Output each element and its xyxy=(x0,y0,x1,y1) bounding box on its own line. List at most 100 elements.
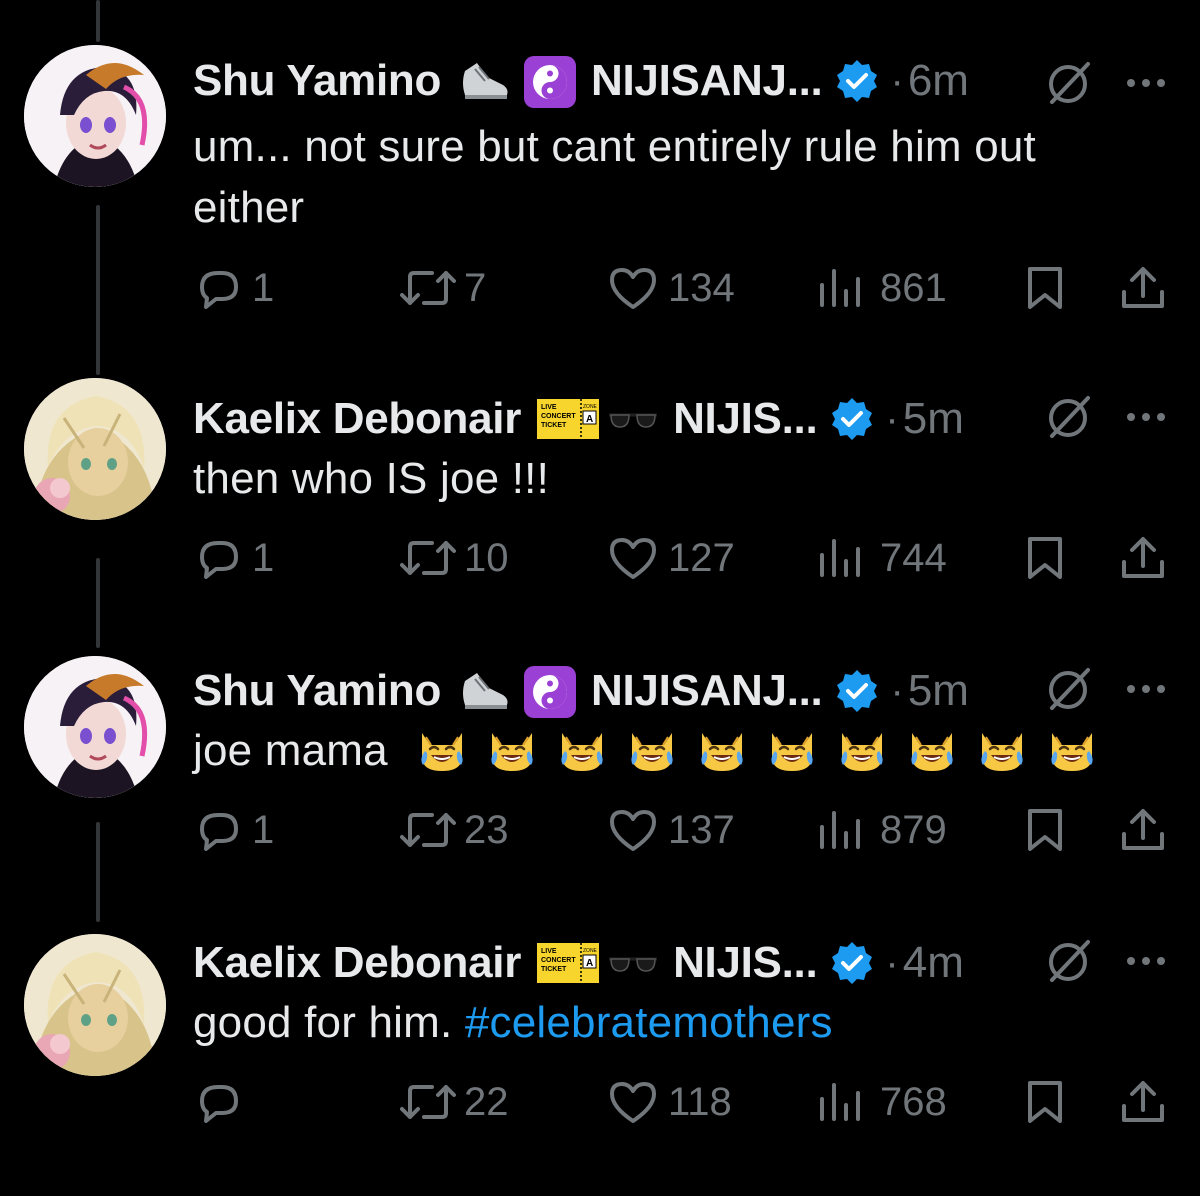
bookmark-button[interactable] xyxy=(1024,1072,1066,1132)
reply-count: 1 xyxy=(252,807,275,852)
analytics-icon xyxy=(820,269,860,307)
grok-icon[interactable] xyxy=(1044,934,1096,986)
retweet-count: 7 xyxy=(464,265,487,310)
views-button[interactable]: 744 xyxy=(816,528,947,588)
retweet-button[interactable]: 10 xyxy=(398,528,509,588)
tweet[interactable]: Shu Yamino NIJISANJ... · 5m joe mama 1 2… xyxy=(0,654,1200,924)
view-count: 879 xyxy=(880,807,947,852)
yin-yang-icon xyxy=(523,665,577,718)
ticket-line: LIVE xyxy=(541,404,557,411)
reply-button[interactable]: 1 xyxy=(196,258,274,318)
reply-button[interactable]: 1 xyxy=(196,528,274,588)
share-icon xyxy=(1122,267,1164,308)
display-name[interactable]: Kaelix Debonair xyxy=(193,394,521,444)
yin-yang-icon xyxy=(523,55,577,108)
reply-icon xyxy=(200,271,238,309)
reply-button[interactable]: 1 xyxy=(196,800,274,860)
crying-laughing-cat-icon xyxy=(1051,733,1093,772)
ticket-line: TICKET xyxy=(541,422,567,429)
bookmark-icon xyxy=(1028,267,1062,309)
share-icon xyxy=(1122,537,1164,578)
sunglasses-icon xyxy=(607,393,659,445)
sunglasses-icon xyxy=(607,937,659,989)
share-button[interactable] xyxy=(1118,528,1168,588)
like-button[interactable]: 118 xyxy=(608,1072,732,1132)
bookmark-button[interactable] xyxy=(1024,258,1066,318)
views-button[interactable]: 861 xyxy=(816,258,947,318)
like-count: 137 xyxy=(668,807,735,852)
share-button[interactable] xyxy=(1118,800,1168,860)
hashtag-link[interactable]: #celebratemothers xyxy=(465,998,833,1047)
ticket-zone-letter: A xyxy=(586,958,593,969)
grok-icon[interactable] xyxy=(1044,56,1096,108)
verified-badge-icon[interactable] xyxy=(829,396,875,442)
display-name[interactable]: Shu Yamino xyxy=(193,666,441,716)
retweet-button[interactable]: 22 xyxy=(398,1072,509,1132)
bookmark-icon xyxy=(1028,537,1062,579)
timestamp[interactable]: 5m xyxy=(903,394,964,444)
tweet[interactable]: Shu Yamino NIJISANJ... · 6m um... not su… xyxy=(0,44,1200,314)
analytics-icon xyxy=(820,539,860,577)
like-button[interactable]: 134 xyxy=(608,258,735,318)
display-name[interactable]: Shu Yamino xyxy=(193,56,441,106)
analytics-icon xyxy=(820,811,860,849)
like-count: 118 xyxy=(668,1079,732,1124)
more-options-icon[interactable] xyxy=(1124,76,1168,90)
crying-laughing-cat-icon xyxy=(911,733,953,772)
tweet-text: then who IS joe !!! xyxy=(193,454,550,503)
ticket-zone-letter: A xyxy=(586,414,593,425)
tweet[interactable]: Kaelix Debonair LIVE CONCERT TICKET ZONE… xyxy=(0,378,1200,652)
more-options-icon[interactable] xyxy=(1124,410,1168,424)
tweet[interactable]: Kaelix Debonair LIVE CONCERT TICKET ZONE… xyxy=(0,926,1200,1196)
retweet-button[interactable]: 7 xyxy=(398,258,486,318)
crying-laughing-cat-icon xyxy=(771,733,813,772)
like-button[interactable]: 137 xyxy=(608,800,735,860)
avatar[interactable] xyxy=(24,656,166,798)
share-button[interactable] xyxy=(1118,258,1168,318)
retweet-count: 22 xyxy=(464,1079,509,1124)
tweet-header: Shu Yamino NIJISANJ... · 6m xyxy=(193,52,1183,110)
tweet-header: Shu Yamino NIJISANJ... · 5m xyxy=(193,662,1183,720)
verified-badge-icon[interactable] xyxy=(829,940,875,986)
timestamp[interactable]: 5m xyxy=(908,666,969,716)
separator-dot: · xyxy=(890,668,904,713)
handle[interactable]: NIJIS... xyxy=(673,938,818,988)
ticket-line: LIVE xyxy=(541,948,557,955)
bookmark-icon xyxy=(1028,1081,1062,1123)
sneaker-icon xyxy=(457,665,513,717)
separator-dot: · xyxy=(890,58,904,103)
bookmark-button[interactable] xyxy=(1024,800,1066,860)
more-options-icon[interactable] xyxy=(1124,954,1168,968)
verified-badge-icon[interactable] xyxy=(834,58,880,104)
like-count: 134 xyxy=(668,265,735,310)
crying-laughing-cat-icon xyxy=(561,733,603,772)
crying-laughing-cat-icon xyxy=(841,733,883,772)
grok-icon[interactable] xyxy=(1044,390,1096,442)
like-button[interactable]: 127 xyxy=(608,528,735,588)
view-count: 861 xyxy=(880,265,947,310)
tweet-actions: 1 23 137 879 xyxy=(0,800,1200,860)
handle[interactable]: NIJISANJ... xyxy=(591,666,823,716)
views-button[interactable]: 768 xyxy=(816,1072,947,1132)
bookmark-button[interactable] xyxy=(1024,528,1066,588)
handle[interactable]: NIJIS... xyxy=(673,394,818,444)
timestamp[interactable]: 4m xyxy=(903,938,964,988)
verified-badge-icon[interactable] xyxy=(834,668,880,714)
handle[interactable]: NIJISANJ... xyxy=(591,56,823,106)
share-button[interactable] xyxy=(1118,1072,1168,1132)
tweet-text: joe mama xyxy=(193,720,1153,781)
avatar[interactable] xyxy=(24,45,166,187)
reply-icon xyxy=(200,813,238,851)
reply-button[interactable] xyxy=(196,1072,252,1132)
grok-icon[interactable] xyxy=(1044,662,1096,714)
avatar[interactable] xyxy=(24,378,166,520)
avatar[interactable] xyxy=(24,934,166,1076)
display-name[interactable]: Kaelix Debonair xyxy=(193,938,521,988)
timestamp[interactable]: 6m xyxy=(908,56,969,106)
more-options-icon[interactable] xyxy=(1124,682,1168,696)
tweet-actions: 22 118 768 xyxy=(0,1072,1200,1132)
retweet-button[interactable]: 23 xyxy=(398,800,509,860)
views-button[interactable]: 879 xyxy=(816,800,947,860)
ticket-line: TICKET xyxy=(541,966,567,973)
ticket-line: CONCERT xyxy=(541,957,576,964)
